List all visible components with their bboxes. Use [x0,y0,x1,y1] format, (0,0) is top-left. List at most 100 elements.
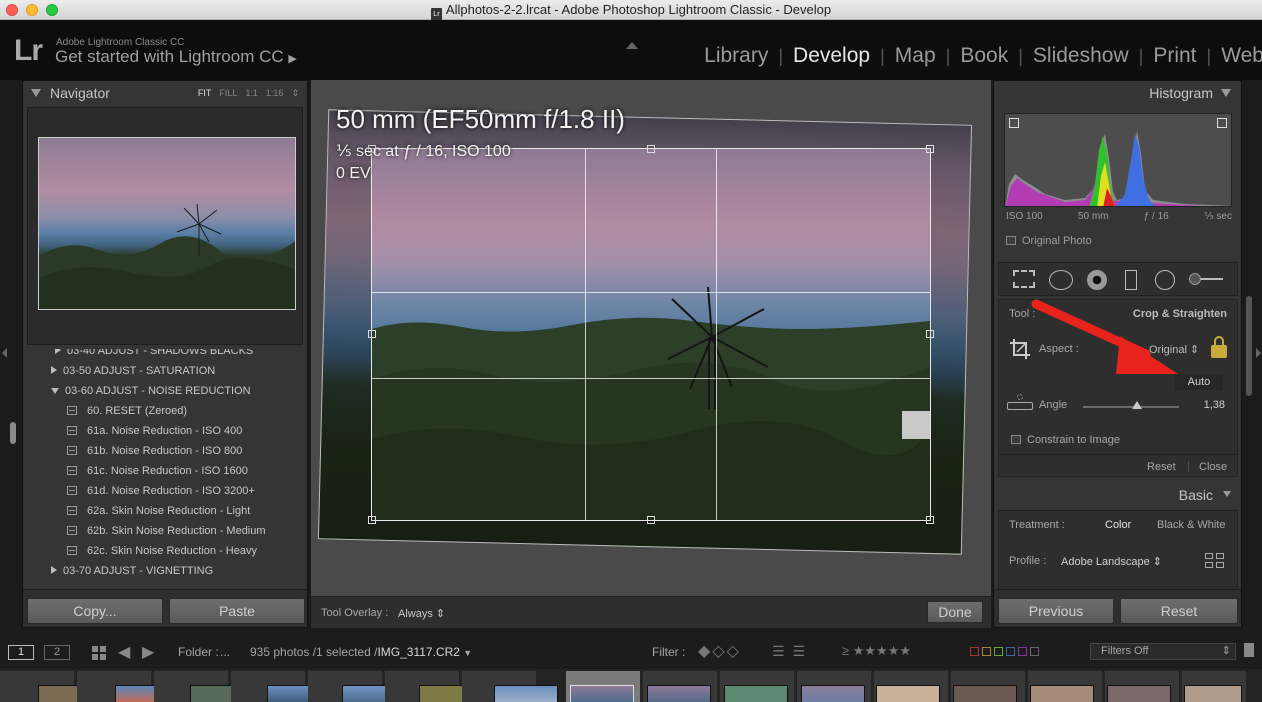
spot-removal-tool-icon[interactable] [1049,270,1073,290]
preset-item[interactable]: 60. RESET (Zeroed) [67,401,187,421]
paste-button[interactable]: Paste [169,598,305,624]
module-slideshow[interactable]: Slideshow [1033,44,1129,68]
filmstrip-cell[interactable] [1182,671,1246,702]
filmstrip-source[interactable]: 935 photos /1 selected /IMG_3117.CR2 ▼ [250,645,472,659]
filmstrip-cell[interactable] [797,671,871,702]
main-window-button[interactable]: 1 [8,645,34,660]
filmstrip-cell[interactable] [308,671,406,702]
navigator-header[interactable]: Navigator FIT FILL 1:1 1:16 ⇕ [23,85,307,109]
thumbnail[interactable] [647,685,711,702]
filmstrip-cell[interactable] [1028,671,1102,702]
angle-slider-thumb[interactable] [1131,401,1142,409]
crop-handle-left[interactable] [368,330,376,338]
back-arrow-icon[interactable]: ◀ [118,642,130,662]
filmstrip-cell[interactable] [385,671,483,702]
left-panel-scrollbar[interactable] [10,422,16,444]
crop-handle-top-right[interactable] [926,145,934,153]
preset-item[interactable]: 61b. Noise Reduction - ISO 800 [67,441,242,461]
color-filter-icons[interactable] [970,647,1039,656]
preset-folder[interactable]: 03-70 ADJUST - VIGNETTING [51,561,213,581]
red-eye-tool-icon[interactable] [1087,270,1107,290]
zoom-fill[interactable]: FILL [219,88,237,99]
crop-close-button[interactable]: Close [1199,461,1227,473]
thumbnail[interactable] [1107,685,1171,702]
treatment-color[interactable]: Color [1105,519,1131,531]
profile-browser-icon[interactable] [1205,553,1225,569]
thumbnail[interactable] [876,685,940,702]
crop-reset-button[interactable]: Reset [1147,461,1176,473]
lock-icon[interactable] [1211,336,1227,358]
preset-folder[interactable]: 03-60 ADJUST - NOISE REDUCTION [51,381,251,401]
filmstrip-cell[interactable] [77,671,179,702]
preset-item[interactable]: 62c. Skin Noise Reduction - Heavy [67,541,257,561]
tool-overlay-dropdown[interactable]: Always ⇕ [398,607,445,620]
thumbnail-selected[interactable] [570,685,634,702]
thumbnail[interactable] [801,685,865,702]
preset-folder[interactable]: 03-40 ADJUST - SHADOWS BLACKS [55,349,253,361]
preset-item[interactable]: 62b. Skin Noise Reduction - Medium [67,521,266,541]
highlight-clipping-icon[interactable] [1217,118,1227,128]
preset-folder[interactable]: 03-50 ADJUST - SATURATION [51,361,215,381]
zoom-1-1[interactable]: 1:1 [245,88,258,99]
right-panel-toggle-icon[interactable] [1256,348,1261,358]
straighten-level-icon[interactable] [1007,394,1033,416]
crop-overlay-tool-icon[interactable] [1013,270,1035,288]
treatment-black-white[interactable]: Black & White [1157,519,1225,531]
zoom-dropdown-icon[interactable]: ⇕ [291,88,299,99]
angle-value[interactable]: 1,38 [1204,399,1225,411]
module-develop[interactable]: Develop [793,44,870,68]
get-started-link[interactable]: Get started with Lightroom CC ▶ [55,47,297,67]
thumbnail[interactable] [724,685,788,702]
crop-handle-bottom-left[interactable] [368,516,376,524]
done-button[interactable]: Done [927,601,983,623]
graduated-filter-icon[interactable] [1125,270,1137,290]
grid-view-icon[interactable] [92,646,106,660]
module-library[interactable]: Library [704,44,768,68]
flag-filter-icons[interactable]: ◆◇◇ [698,641,741,661]
filmstrip-cell[interactable] [720,671,794,702]
navigator-preview[interactable] [27,107,303,345]
left-panel-toggle-icon[interactable] [2,348,7,358]
module-web[interactable]: Web [1221,44,1262,68]
filmstrip-cell[interactable] [0,671,102,702]
radial-filter-icon[interactable] [1155,270,1175,290]
crop-handle-bottom-right[interactable] [926,516,934,524]
histogram-graph[interactable] [1004,113,1232,207]
edit-filter-icons[interactable]: ☰☰ [772,643,813,660]
filmstrip-toggle-icon[interactable] [1244,643,1254,657]
thumbnail[interactable] [1030,685,1094,702]
constrain-to-image-toggle[interactable]: Constrain to Image [1011,434,1120,446]
shadow-clipping-icon[interactable] [1009,118,1019,128]
zoom-1-16[interactable]: 1:16 [266,88,284,99]
filmstrip-cell[interactable] [643,671,717,702]
preset-item[interactable]: 62a. Skin Noise Reduction - Light [67,501,250,521]
rating-filter-icon[interactable]: ≥ ★★★★★ [842,643,911,659]
thumbnail[interactable] [494,685,558,702]
basic-header[interactable]: Basic [994,487,1241,511]
module-map[interactable]: Map [895,44,936,68]
filmstrip-cell[interactable] [231,671,331,702]
module-print[interactable]: Print [1153,44,1196,68]
preset-item[interactable]: 61d. Noise Reduction - ISO 3200+ [67,481,255,501]
crop-handle-bottom[interactable] [647,516,655,524]
secondary-window-button[interactable]: 2 [44,645,70,660]
histogram-header[interactable]: Histogram [994,85,1241,109]
forward-arrow-icon[interactable]: ▶ [142,642,154,662]
preset-item[interactable]: 61a. Noise Reduction - ISO 400 [67,421,242,441]
navigator-thumbnail[interactable] [38,137,296,310]
crop-handle-top[interactable] [647,145,655,153]
thumbnail[interactable] [953,685,1017,702]
filmstrip-cell-selected[interactable] [566,671,640,702]
thumbnail[interactable] [1184,685,1242,702]
filmstrip-cell[interactable] [1105,671,1179,702]
previous-button[interactable]: Previous [998,598,1114,624]
profile-dropdown[interactable]: Adobe Landscape ⇕ [1061,555,1162,568]
zoom-fit[interactable]: FIT [198,88,212,99]
copy-button[interactable]: Copy... [27,598,163,624]
filmstrip-cell[interactable] [874,671,948,702]
right-panel-scrollbar[interactable] [1246,296,1252,396]
crop-overlay[interactable] [368,145,934,524]
module-book[interactable]: Book [960,44,1008,68]
top-panel-toggle-icon[interactable] [626,42,638,49]
crop-handle-right[interactable] [926,330,934,338]
